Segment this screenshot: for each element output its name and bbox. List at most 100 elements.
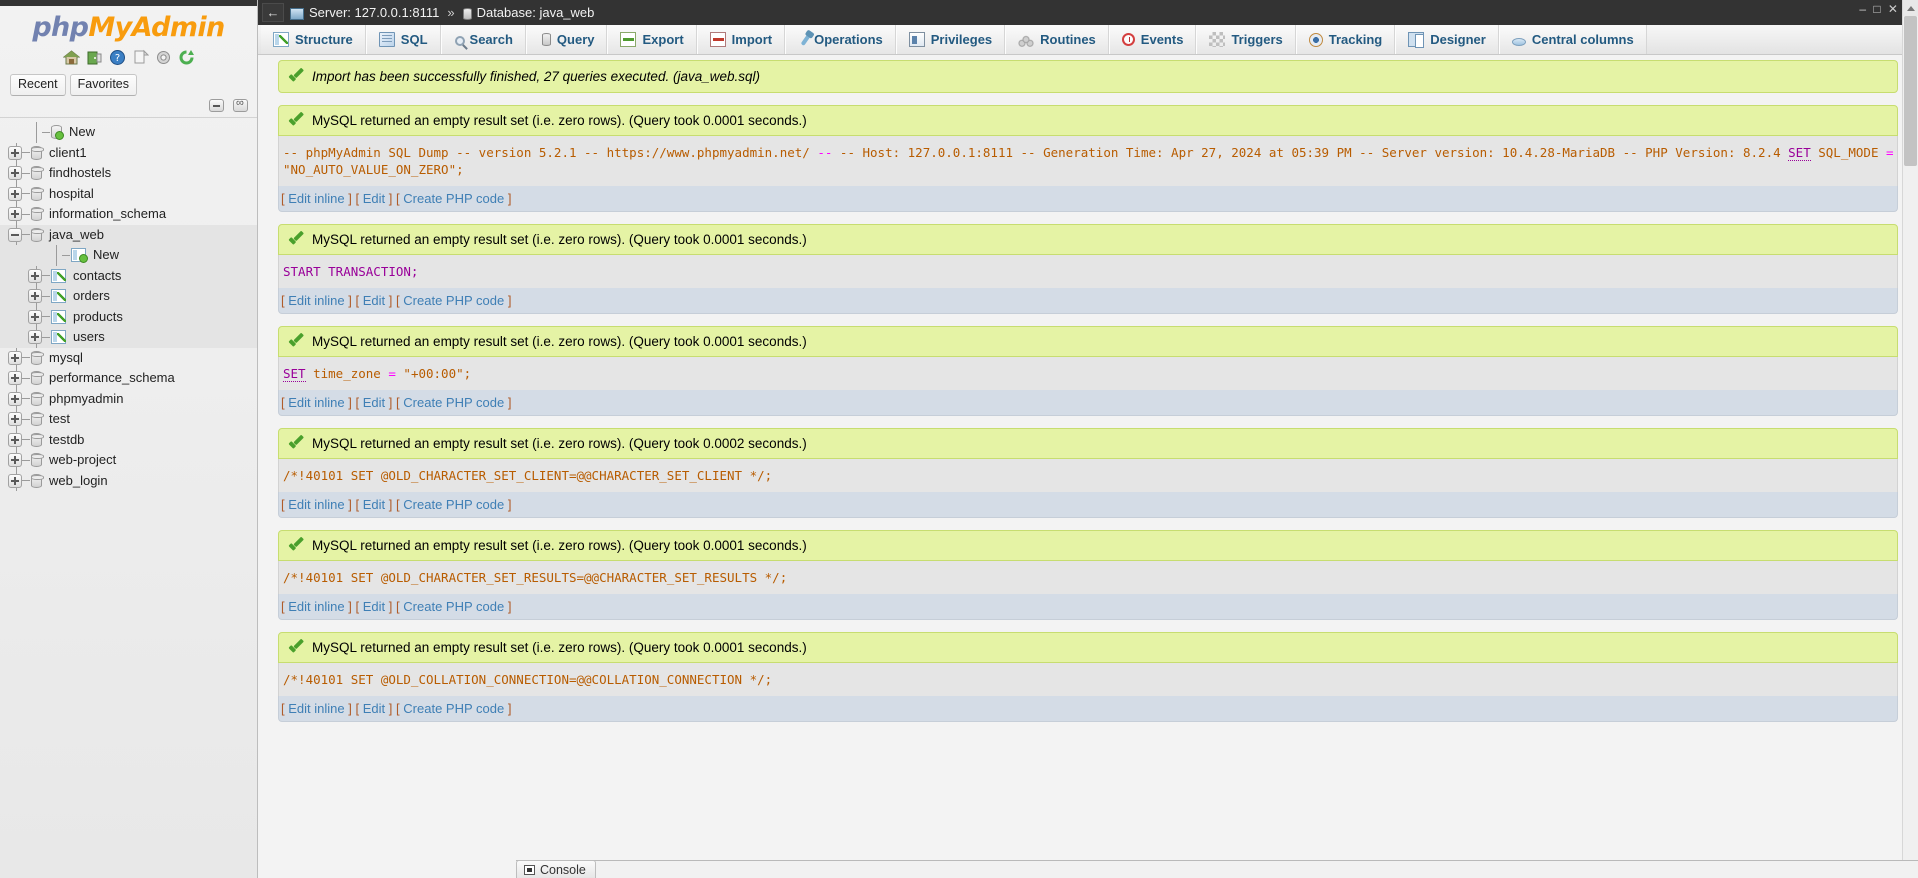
tab-label: Tracking: [1328, 32, 1383, 47]
collapse-all-icon[interactable]: [209, 99, 224, 112]
logout-icon[interactable]: [86, 49, 103, 66]
sql-query-text[interactable]: SET time_zone = "+00:00";: [278, 357, 1898, 390]
edit-link[interactable]: Edit: [363, 599, 385, 614]
expand-icon[interactable]: [8, 207, 22, 222]
breadcrumb-database[interactable]: Database: java_web: [477, 5, 595, 20]
link-with-main-panel-icon[interactable]: [233, 97, 248, 112]
scroll-up-arrow[interactable]: [1903, 0, 1918, 16]
create-php-code-link[interactable]: Create PHP code: [403, 497, 504, 512]
tree-item-performance-schema-12[interactable]: performance_schema: [0, 368, 257, 389]
create-php-code-link[interactable]: Create PHP code: [403, 701, 504, 716]
expand-icon[interactable]: [28, 330, 42, 345]
expand-icon[interactable]: [8, 473, 22, 488]
sidebar-tab-recent[interactable]: Recent: [10, 74, 66, 96]
tab-triggers[interactable]: Triggers: [1196, 25, 1296, 54]
window-controls[interactable]: – □ ✕: [1859, 2, 1900, 16]
tab-query[interactable]: Query: [525, 25, 608, 54]
sql-query-text[interactable]: /*!40101 SET @OLD_CHARACTER_SET_CLIENT=@…: [278, 459, 1898, 492]
edit-link[interactable]: Edit: [363, 293, 385, 308]
expand-icon[interactable]: [8, 145, 22, 160]
edit-inline-link[interactable]: Edit inline: [288, 497, 344, 512]
expand-icon[interactable]: [28, 309, 42, 324]
expand-icon[interactable]: [8, 350, 22, 365]
page-scrollbar[interactable]: [1902, 0, 1918, 878]
expand-icon[interactable]: [8, 391, 22, 406]
database-icon: [31, 412, 44, 427]
home-icon[interactable]: [62, 49, 80, 66]
edit-inline-link[interactable]: Edit inline: [288, 395, 344, 410]
database-icon: [31, 227, 44, 242]
tree-item-information-schema-4[interactable]: information_schema: [0, 204, 257, 225]
scrollbar-thumb[interactable]: [1904, 16, 1917, 166]
tree-connector: [22, 213, 30, 215]
docs-icon[interactable]: ?: [109, 49, 126, 66]
tree-item-java-web-5[interactable]: java_web: [0, 224, 257, 245]
expand-icon[interactable]: [8, 412, 22, 427]
sql-query-text[interactable]: -- phpMyAdmin SQL Dump -- version 5.2.1 …: [278, 136, 1898, 186]
reload-icon[interactable]: [178, 49, 195, 66]
tab-import[interactable]: Import: [696, 25, 786, 54]
expand-icon[interactable]: [28, 289, 42, 304]
console-toggle-button[interactable]: Console: [516, 860, 596, 878]
edit-inline-link[interactable]: Edit inline: [288, 293, 344, 308]
edit-inline-link[interactable]: Edit inline: [288, 701, 344, 716]
console-label: Console: [540, 862, 586, 877]
edit-inline-link[interactable]: Edit inline: [288, 599, 344, 614]
tree-item-orders-8[interactable]: orders: [0, 286, 257, 307]
tree-connector: [42, 295, 50, 297]
edit-link[interactable]: Edit: [363, 701, 385, 716]
tab-sql[interactable]: SQL: [365, 25, 441, 54]
collapse-icon[interactable]: [8, 227, 22, 242]
sql-query-text[interactable]: START TRANSACTION;: [278, 255, 1898, 288]
tab-designer[interactable]: Designer: [1395, 25, 1499, 54]
tab-routines[interactable]: Routines: [1005, 25, 1109, 54]
phpmyadmin-logo[interactable]: phpMyAdmin: [0, 6, 257, 46]
edit-link[interactable]: Edit: [363, 395, 385, 410]
tree-item-web-login-17[interactable]: web_login: [0, 470, 257, 491]
tree-item-hospital-3[interactable]: hospital: [0, 183, 257, 204]
tab-search[interactable]: Search: [440, 25, 526, 54]
create-php-code-link[interactable]: Create PHP code: [403, 599, 504, 614]
tree-item-phpmyadmin-13[interactable]: phpmyadmin: [0, 388, 257, 409]
expand-icon[interactable]: [8, 186, 22, 201]
expand-icon[interactable]: [8, 166, 22, 181]
tab-operations[interactable]: Operations: [785, 25, 896, 54]
tree-item-products-9[interactable]: products: [0, 306, 257, 327]
back-button[interactable]: ←: [262, 3, 284, 22]
create-php-code-link[interactable]: Create PHP code: [403, 191, 504, 206]
tab-tracking[interactable]: Tracking: [1295, 25, 1396, 54]
create-php-code-link[interactable]: Create PHP code: [403, 293, 504, 308]
tab-structure[interactable]: Structure: [261, 25, 366, 54]
copy-icon[interactable]: [132, 49, 149, 66]
tree-item-client1-1[interactable]: client1: [0, 142, 257, 163]
expand-icon[interactable]: [8, 453, 22, 468]
expand-icon[interactable]: [8, 432, 22, 447]
tab-events[interactable]: Events: [1108, 25, 1197, 54]
tree-item-testdb-15[interactable]: testdb: [0, 429, 257, 450]
tree-item-label: client1: [49, 144, 87, 160]
tab-export[interactable]: Export: [607, 25, 697, 54]
sql-query-text[interactable]: /*!40101 SET @OLD_CHARACTER_SET_RESULTS=…: [278, 561, 1898, 594]
edit-inline-link[interactable]: Edit inline: [288, 191, 344, 206]
create-php-code-link[interactable]: Create PHP code: [403, 395, 504, 410]
sql-icon: [378, 32, 395, 47]
tab-privileges[interactable]: Privileges: [895, 25, 1006, 54]
tree-item-new-0[interactable]: New: [0, 122, 257, 143]
tree-item-test-14[interactable]: test: [0, 409, 257, 430]
breadcrumb-server[interactable]: Server: 127.0.0.1:8111: [309, 5, 439, 20]
tab-central-columns[interactable]: Central columns: [1498, 25, 1647, 54]
tree-item-web-project-16[interactable]: web-project: [0, 450, 257, 471]
tree-item-mysql-11[interactable]: mysql: [0, 347, 257, 368]
settings-icon[interactable]: [155, 49, 172, 66]
expand-icon[interactable]: [8, 371, 22, 386]
expand-icon[interactable]: [28, 268, 42, 283]
edit-link[interactable]: Edit: [363, 191, 385, 206]
query-actions: [ Edit inline ] [ Edit ] [ Create PHP co…: [278, 594, 1898, 620]
tree-item-new-6[interactable]: New: [0, 245, 257, 266]
sql-query-text[interactable]: /*!40101 SET @OLD_COLLATION_CONNECTION=@…: [278, 663, 1898, 696]
edit-link[interactable]: Edit: [363, 497, 385, 512]
sidebar-tab-favorites[interactable]: Favorites: [69, 74, 138, 96]
tree-item-findhostels-2[interactable]: findhostels: [0, 163, 257, 184]
tree-item-users-10[interactable]: users: [0, 327, 257, 348]
tree-item-contacts-7[interactable]: contacts: [0, 265, 257, 286]
